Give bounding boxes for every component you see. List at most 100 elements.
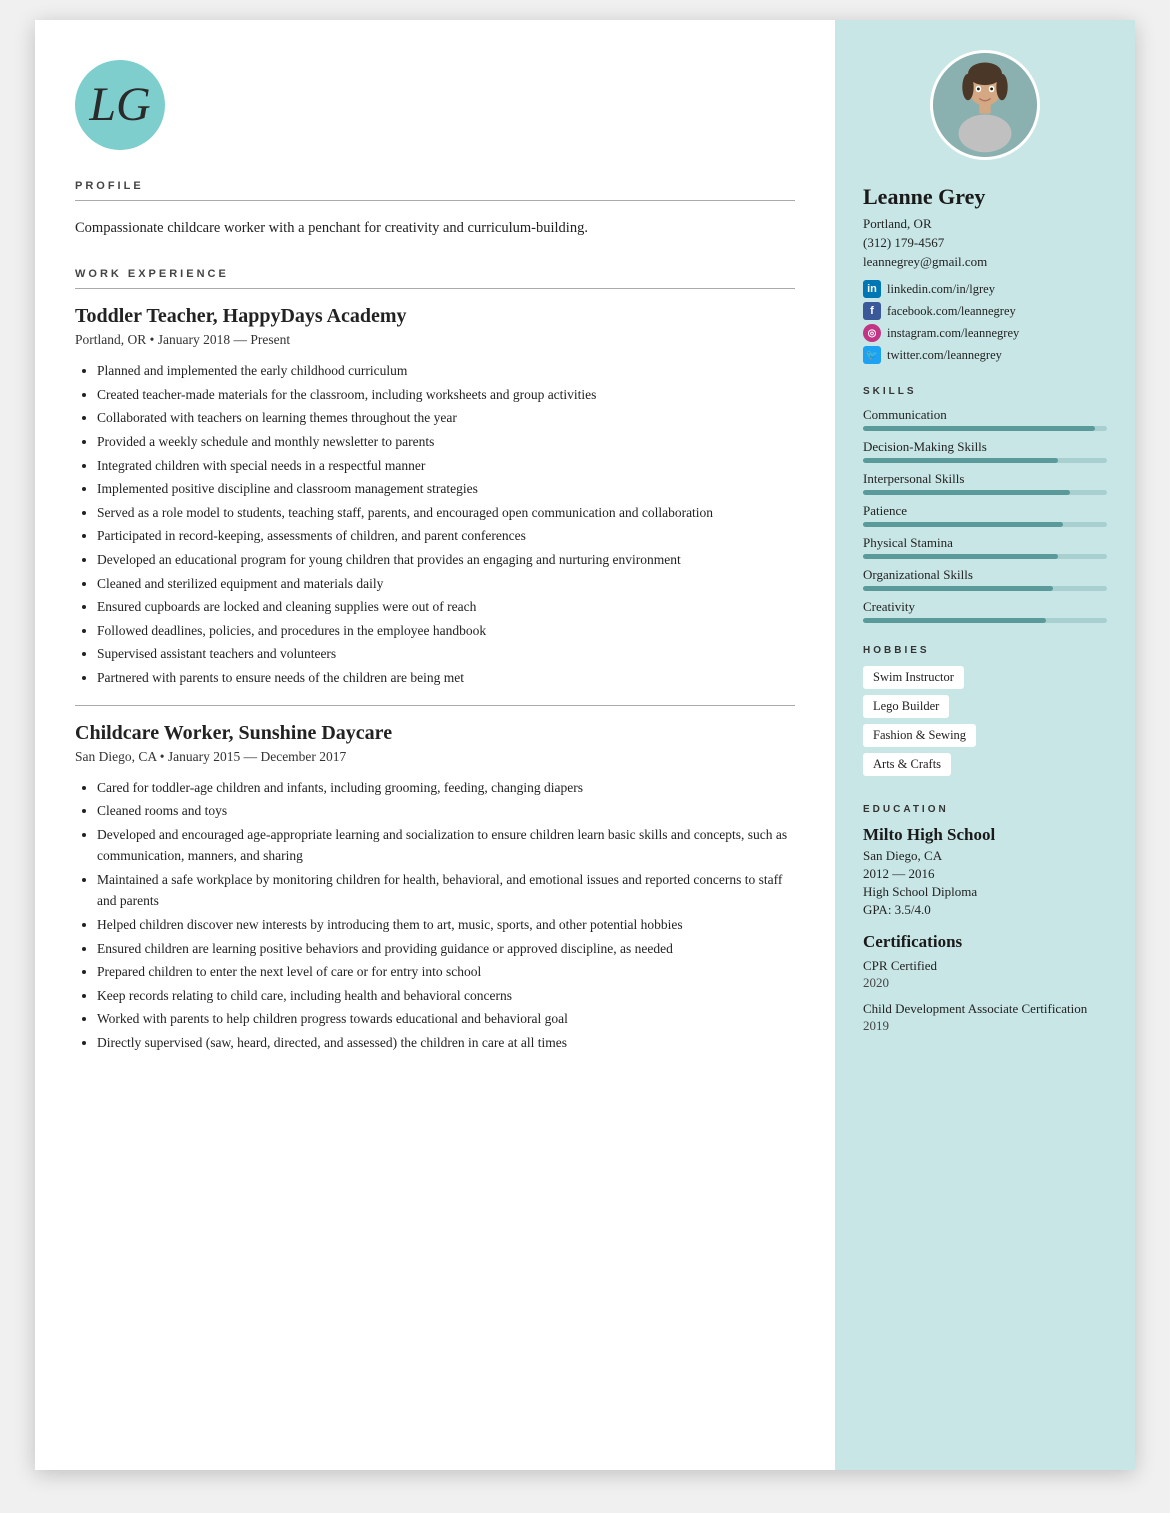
skill-name: Communication	[863, 407, 1107, 423]
city: Portland, OR	[863, 216, 1107, 232]
list-item: Helped children discover new interests b…	[97, 914, 795, 936]
school-years: 2012 — 2016	[863, 866, 1107, 882]
job-1-bullets: Planned and implemented the early childh…	[75, 360, 795, 688]
skill-bar-bg	[863, 586, 1107, 591]
skill-bar-fill	[863, 490, 1070, 495]
skill-name: Physical Stamina	[863, 535, 1107, 551]
facebook-icon: f	[863, 302, 881, 320]
list-item: Directly supervised (saw, heard, directe…	[97, 1032, 795, 1054]
skill-bar-bg	[863, 618, 1107, 623]
phone: (312) 179-4567	[863, 235, 1107, 251]
hobby-swim: Swim Instructor	[863, 666, 964, 689]
profile-section: PROFILE Compassionate childcare worker w…	[75, 180, 795, 240]
list-item: Developed and encouraged age-appropriate…	[97, 824, 795, 867]
email: leannegrey@gmail.com	[863, 254, 1107, 270]
social-linkedin: in linkedin.com/in/lgrey	[863, 280, 1107, 298]
skill-bar-fill	[863, 522, 1063, 527]
cert-1-year: 2020	[863, 975, 1107, 991]
skill-patience: Patience	[863, 503, 1107, 527]
skill-bar-fill	[863, 586, 1053, 591]
list-item: Served as a role model to students, teac…	[97, 502, 795, 524]
skill-bar-fill	[863, 426, 1095, 431]
instagram-text: instagram.com/leannegrey	[887, 326, 1019, 341]
education-title: EDUCATION	[863, 804, 1107, 815]
social-instagram: ◎ instagram.com/leannegrey	[863, 324, 1107, 342]
school-degree: High School Diploma	[863, 884, 1107, 900]
skill-creativity: Creativity	[863, 599, 1107, 623]
skill-name: Decision-Making Skills	[863, 439, 1107, 455]
work-experience-section: WORK EXPERIENCE Toddler Teacher, HappyDa…	[75, 268, 795, 1053]
resume-container: LG PROFILE Compassionate childcare worke…	[35, 20, 1135, 1470]
logo-circle: LG	[75, 60, 165, 150]
list-item: Partnered with parents to ensure needs o…	[97, 667, 795, 689]
cert-2-year: 2019	[863, 1018, 1107, 1034]
list-item: Collaborated with teachers on learning t…	[97, 407, 795, 429]
list-item: Created teacher-made materials for the c…	[97, 384, 795, 406]
cert-2-name: Child Development Associate Certificatio…	[863, 1001, 1107, 1017]
school-name: Milto High School	[863, 825, 1107, 845]
hobby-lego: Lego Builder	[863, 695, 949, 718]
list-item: Integrated children with special needs i…	[97, 455, 795, 477]
skill-interpersonal: Interpersonal Skills	[863, 471, 1107, 495]
logo-area: LG	[75, 60, 795, 150]
skill-name: Creativity	[863, 599, 1107, 615]
list-item: Worked with parents to help children pro…	[97, 1008, 795, 1030]
list-item: Developed an educational program for you…	[97, 549, 795, 571]
job-divider	[75, 705, 795, 706]
list-item: Cared for toddler-age children and infan…	[97, 777, 795, 799]
list-item: Implemented positive discipline and clas…	[97, 478, 795, 500]
instagram-icon: ◎	[863, 324, 881, 342]
hobby-arts: Arts & Crafts	[863, 753, 951, 776]
skill-bar-fill	[863, 458, 1058, 463]
facebook-text: facebook.com/leannegrey	[887, 304, 1016, 319]
linkedin-icon: in	[863, 280, 881, 298]
job-1-title: Toddler Teacher, HappyDays Academy	[75, 305, 795, 328]
list-item: Ensured cupboards are locked and cleanin…	[97, 596, 795, 618]
skill-name: Interpersonal Skills	[863, 471, 1107, 487]
job-2: Childcare Worker, Sunshine Daycare San D…	[75, 722, 795, 1054]
skill-bar-fill	[863, 554, 1058, 559]
contact-info: Leanne Grey Portland, OR (312) 179-4567 …	[835, 180, 1135, 1044]
social-facebook: f facebook.com/leannegrey	[863, 302, 1107, 320]
twitter-icon: 🐦	[863, 346, 881, 364]
job-1: Toddler Teacher, HappyDays Academy Portl…	[75, 305, 795, 688]
skill-name: Patience	[863, 503, 1107, 519]
list-item: Planned and implemented the early childh…	[97, 360, 795, 382]
list-item: Supervised assistant teachers and volunt…	[97, 643, 795, 665]
list-item: Maintained a safe workplace by monitorin…	[97, 869, 795, 912]
profile-divider	[75, 200, 795, 201]
photo-area	[835, 20, 1135, 180]
job-1-meta: Portland, OR • January 2018 — Present	[75, 332, 795, 348]
skill-name: Organizational Skills	[863, 567, 1107, 583]
skill-bar-bg	[863, 522, 1107, 527]
hobbies-area: Swim Instructor Lego Builder Fashion & S…	[863, 666, 1107, 782]
list-item: Cleaned and sterilized equipment and mat…	[97, 573, 795, 595]
skills-title: SKILLS	[863, 386, 1107, 397]
skill-bar-fill	[863, 618, 1046, 623]
work-divider	[75, 288, 795, 289]
list-item: Ensured children are learning positive b…	[97, 938, 795, 960]
social-twitter: 🐦 twitter.com/leannegrey	[863, 346, 1107, 364]
list-item: Followed deadlines, policies, and proced…	[97, 620, 795, 642]
skill-decision-making: Decision-Making Skills	[863, 439, 1107, 463]
profile-title: PROFILE	[75, 180, 795, 192]
logo-initials: LG	[89, 81, 150, 129]
skill-physical-stamina: Physical Stamina	[863, 535, 1107, 559]
hobby-fashion: Fashion & Sewing	[863, 724, 976, 747]
skill-bar-bg	[863, 554, 1107, 559]
list-item: Cleaned rooms and toys	[97, 800, 795, 822]
work-title: WORK EXPERIENCE	[75, 268, 795, 280]
list-item: Participated in record-keeping, assessme…	[97, 525, 795, 547]
linkedin-text: linkedin.com/in/lgrey	[887, 282, 995, 297]
profile-photo	[930, 50, 1040, 160]
school-gpa: GPA: 3.5/4.0	[863, 902, 1107, 918]
skill-communication: Communication	[863, 407, 1107, 431]
cert-2: Child Development Associate Certificatio…	[863, 1001, 1107, 1034]
list-item: Keep records relating to child care, inc…	[97, 985, 795, 1007]
skill-organizational: Organizational Skills	[863, 567, 1107, 591]
job-2-bullets: Cared for toddler-age children and infan…	[75, 777, 795, 1054]
list-item: Provided a weekly schedule and monthly n…	[97, 431, 795, 453]
person-name: Leanne Grey	[863, 184, 1107, 210]
cert-1: CPR Certified 2020	[863, 958, 1107, 991]
skill-bar-bg	[863, 490, 1107, 495]
